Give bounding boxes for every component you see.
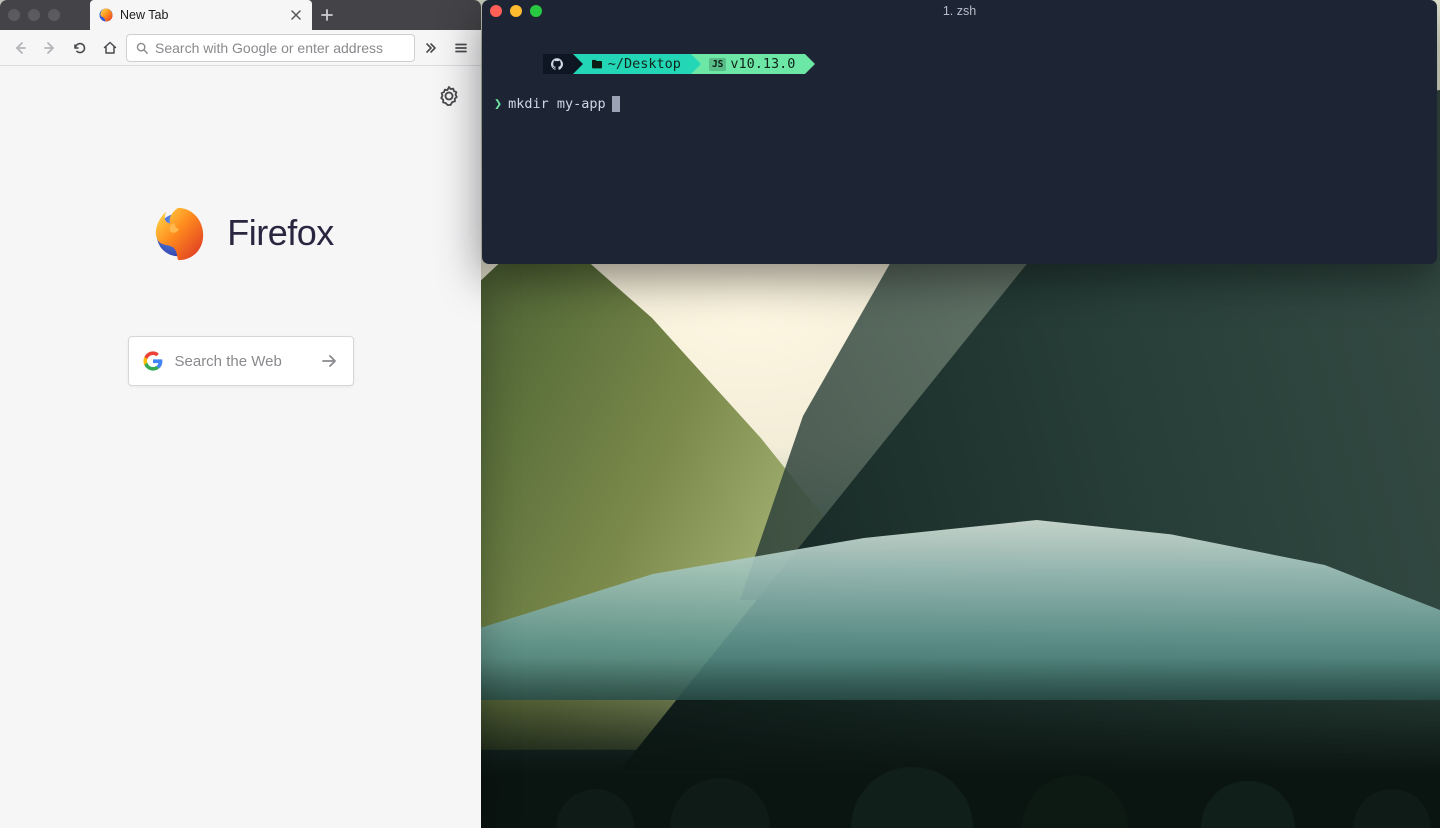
- app-menu-button[interactable]: [447, 34, 475, 62]
- prompt-symbol: ❯: [494, 96, 502, 112]
- arrow-left-icon: [12, 40, 28, 56]
- terminal-title: 1. zsh: [482, 4, 1437, 18]
- hamburger-icon: [453, 40, 469, 56]
- forward-button[interactable]: [36, 34, 64, 62]
- firefox-window-controls: [8, 0, 60, 30]
- reload-button[interactable]: [66, 34, 94, 62]
- firefox-newtab-page: Firefox Search the Web: [0, 66, 481, 828]
- terminal-titlebar[interactable]: 1. zsh: [482, 0, 1437, 22]
- zoom-window-button-inactive[interactable]: [48, 9, 60, 21]
- search-icon: [135, 41, 149, 55]
- new-tab-button[interactable]: [312, 0, 342, 30]
- prompt-node-tag: JS: [709, 58, 726, 71]
- terminal-command-text: mkdir my-app: [508, 96, 606, 112]
- prompt-powerline: ~/Desktop JS v10.13.0: [543, 54, 806, 74]
- prompt-segment-node: JS v10.13.0: [691, 54, 805, 74]
- gear-icon: [437, 84, 461, 108]
- arrow-right-icon: [319, 351, 339, 371]
- url-bar[interactable]: [126, 34, 415, 62]
- close-window-button-inactive[interactable]: [8, 9, 20, 21]
- overflow-menu-button[interactable]: [417, 34, 445, 62]
- terminal-body[interactable]: ~/Desktop JS v10.13.0 ❯ mkdir my-app: [482, 22, 1437, 264]
- terminal-command-line[interactable]: ❯ mkdir my-app: [494, 96, 1425, 112]
- firefox-brand-name: Firefox: [227, 212, 334, 254]
- firefox-logo-icon: [147, 202, 209, 264]
- home-button[interactable]: [96, 34, 124, 62]
- desktop-wallpaper: New Tab: [0, 0, 1440, 828]
- prompt-cwd-text: ~/Desktop: [608, 56, 681, 72]
- prompt-segment-vcs: [543, 54, 573, 74]
- folder-icon: [591, 59, 603, 69]
- firefox-toolbar: [0, 30, 481, 66]
- github-icon: [551, 58, 563, 70]
- firefox-window: New Tab: [0, 0, 481, 828]
- double-chevron-right-icon: [423, 40, 439, 56]
- close-tab-button[interactable]: [288, 7, 304, 23]
- firefox-favicon-icon: [98, 7, 114, 23]
- prompt-segment-cwd: ~/Desktop: [573, 54, 691, 74]
- minimize-window-button-inactive[interactable]: [28, 9, 40, 21]
- browser-tab-active[interactable]: New Tab: [90, 0, 312, 30]
- firefox-tab-bar: New Tab: [0, 0, 481, 30]
- back-button[interactable]: [6, 34, 34, 62]
- terminal-window: 1. zsh ~/Desktop JS v10.13.0: [482, 0, 1437, 264]
- search-submit-button[interactable]: [319, 351, 339, 371]
- url-input[interactable]: [155, 40, 406, 56]
- firefox-brand: Firefox: [147, 202, 334, 264]
- browser-tab-title: New Tab: [120, 8, 282, 22]
- prompt-node-version: v10.13.0: [730, 56, 795, 72]
- plus-icon: [320, 8, 334, 22]
- arrow-right-icon: [42, 40, 58, 56]
- reload-icon: [72, 40, 88, 56]
- google-logo-icon: [143, 351, 163, 371]
- home-icon: [102, 40, 118, 56]
- newtab-settings-button[interactable]: [437, 84, 461, 108]
- terminal-cursor: [612, 96, 620, 112]
- close-icon: [290, 9, 302, 21]
- newtab-search-box[interactable]: Search the Web: [128, 336, 354, 386]
- newtab-search-placeholder: Search the Web: [175, 353, 307, 370]
- wallpaper-trees: [480, 658, 1440, 828]
